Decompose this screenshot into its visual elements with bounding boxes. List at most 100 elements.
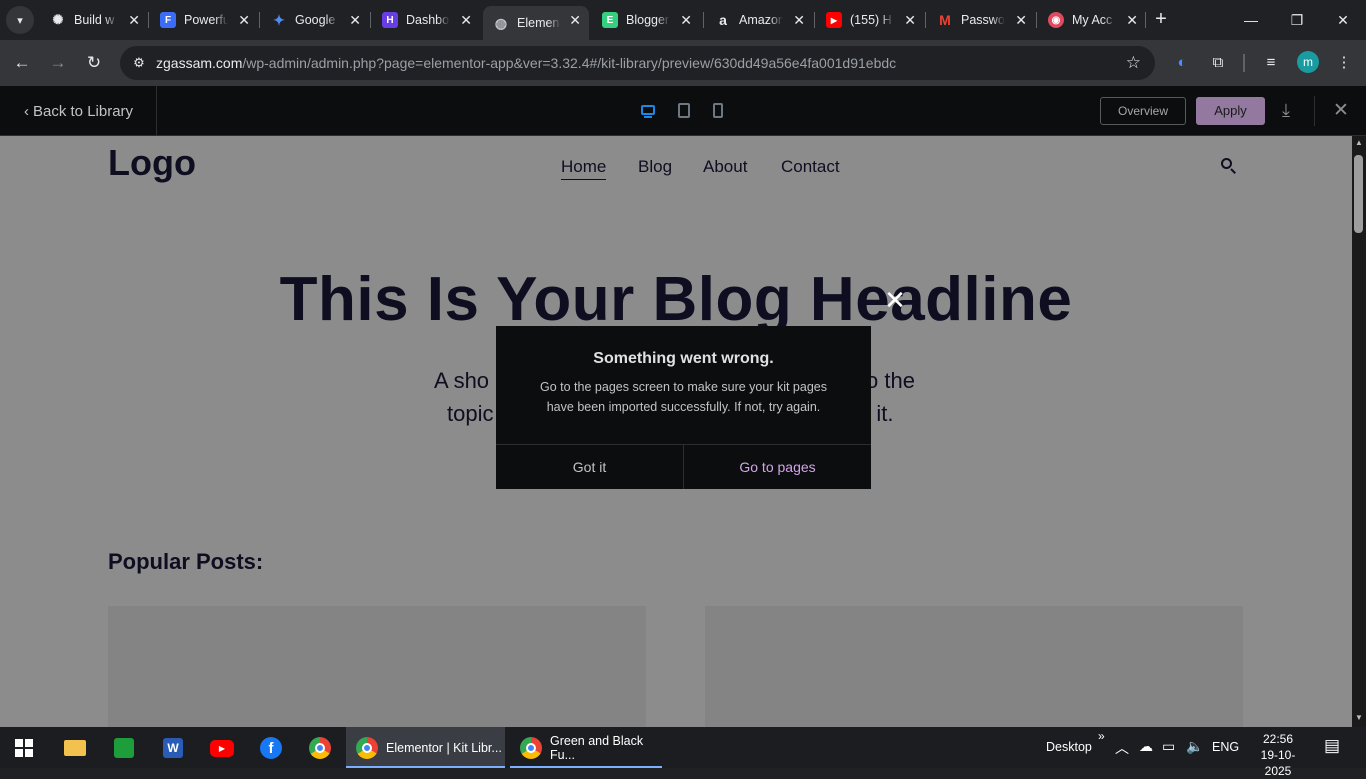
- file-explorer-icon[interactable]: [62, 731, 88, 765]
- more-menu-icon[interactable]: ⋮: [1332, 51, 1356, 75]
- browser-tab[interactable]: M Passwo ✕: [927, 6, 1035, 34]
- go-to-pages-button[interactable]: Go to pages: [684, 445, 871, 489]
- close-icon[interactable]: ✕: [680, 12, 692, 29]
- header-divider: [1314, 96, 1315, 126]
- browser-tab[interactable]: ◉ My Acc ✕: [1038, 6, 1146, 34]
- hostinger-icon: H: [382, 12, 398, 28]
- word-icon[interactable]: W: [160, 731, 186, 765]
- browser-tab[interactable]: ▶ (155) H ✕: [816, 6, 924, 34]
- browser-tab-active[interactable]: ◍ Elemen ✕: [483, 6, 589, 40]
- account-icon: ◉: [1048, 12, 1064, 28]
- toolbar-separator: [1243, 54, 1245, 72]
- tab-separator: [370, 12, 371, 28]
- back-to-library-link[interactable]: ‹ Back to Library: [24, 103, 133, 120]
- browser-tab[interactable]: ✦ Google ✕: [261, 6, 369, 34]
- chrome-icon: [356, 736, 378, 759]
- chevron-up-icon[interactable]: ︿: [1115, 738, 1129, 758]
- tablet-device-icon[interactable]: [677, 102, 693, 120]
- browser-tab[interactable]: H Dashbo ✕: [372, 6, 480, 34]
- youtube-icon[interactable]: ▶: [208, 731, 236, 765]
- tab-separator: [925, 12, 926, 28]
- browser-tab[interactable]: ✺ Build w ✕: [40, 6, 148, 34]
- notification-icon[interactable]: ▤: [1324, 736, 1340, 756]
- tab-separator: [259, 12, 260, 28]
- extensions-puzzle-icon[interactable]: ⧉: [1206, 51, 1230, 75]
- back-arrow-icon[interactable]: ←: [9, 50, 35, 76]
- windows-taskbar: W ▶ f Elementor | Kit Libr... Green and …: [0, 727, 1366, 778]
- gemini-icon: ✦: [273, 11, 285, 28]
- got-it-button[interactable]: Got it: [496, 445, 683, 489]
- dialog-message: Go to the pages screen to make sure your…: [540, 380, 827, 414]
- browser-tab[interactable]: F Powerfu ✕: [150, 6, 258, 34]
- forward-arrow-icon[interactable]: →: [45, 50, 71, 76]
- amazon-icon: a: [719, 12, 727, 28]
- restore-icon[interactable]: ❐: [1274, 6, 1320, 34]
- site-info-icon[interactable]: ⚙: [130, 54, 148, 72]
- globe-icon: ◍: [494, 14, 508, 31]
- close-icon[interactable]: ✕: [569, 12, 581, 29]
- download-icon[interactable]: ⤓: [1282, 100, 1290, 121]
- profile-avatar[interactable]: m: [1297, 51, 1319, 73]
- tab-separator: [148, 12, 149, 28]
- blogger-icon: E: [602, 12, 618, 28]
- battery-icon[interactable]: ▭: [1162, 738, 1175, 755]
- close-icon[interactable]: ✕: [460, 12, 472, 29]
- tab-search-button[interactable]: ▾: [6, 6, 34, 34]
- tab-separator: [1036, 12, 1037, 28]
- scroll-up-icon[interactable]: ▲: [1352, 138, 1366, 150]
- tab-separator: [814, 12, 815, 28]
- close-icon[interactable]: ✕: [349, 12, 361, 29]
- gmail-icon: M: [939, 12, 951, 28]
- windows-start-icon[interactable]: [10, 731, 38, 765]
- tab-separator: [1145, 12, 1146, 28]
- facebook-icon[interactable]: f: [258, 731, 284, 765]
- new-tab-button[interactable]: +: [1150, 8, 1172, 30]
- overview-button[interactable]: Overview: [1100, 97, 1186, 125]
- url-text[interactable]: zgassam.com/wp-admin/admin.php?page=elem…: [156, 55, 896, 71]
- clock[interactable]: 22:56 19-10-2025: [1250, 731, 1306, 779]
- apply-button[interactable]: Apply: [1196, 97, 1265, 125]
- dialog-title: Something went wrong.: [593, 350, 774, 367]
- chevron-left-icon: ‹: [24, 103, 29, 120]
- close-icon[interactable]: ✕: [238, 12, 250, 29]
- browser-tab[interactable]: a Amazon ✕: [705, 6, 813, 34]
- error-dialog: Something went wrong. Go to the pages sc…: [496, 326, 871, 489]
- header-divider: [156, 86, 157, 136]
- taskbar-app-elementor[interactable]: Elementor | Kit Libr...: [346, 727, 505, 768]
- minimize-icon[interactable]: —: [1228, 6, 1274, 34]
- desktop-device-icon[interactable]: [640, 102, 656, 120]
- bookmark-star-icon[interactable]: ☆: [1126, 53, 1141, 73]
- tab-strip: ▾ ✺ Build w ✕ F Powerfu ✕ ✦ Google ✕ H D…: [0, 0, 1366, 40]
- volume-icon[interactable]: 🔈: [1186, 738, 1203, 755]
- forms-icon: F: [160, 12, 176, 28]
- scroll-down-icon[interactable]: ▼: [1352, 713, 1366, 725]
- scrollbar-thumb[interactable]: [1354, 155, 1363, 233]
- onedrive-cloud-icon[interactable]: ☁: [1139, 738, 1153, 755]
- mobile-device-icon[interactable]: [712, 102, 728, 120]
- desktop-toolbar-label[interactable]: Desktop: [1046, 740, 1092, 754]
- close-icon[interactable]: ✕: [1126, 12, 1138, 29]
- taskbar-app-green-black[interactable]: Green and Black Fu...: [510, 727, 662, 768]
- chrome-icon[interactable]: [307, 731, 333, 765]
- browser-tab[interactable]: E Blogger ✕: [592, 6, 700, 34]
- address-bar[interactable]: ⚙ zgassam.com/wp-admin/admin.php?page=el…: [120, 46, 1155, 80]
- dialog-close-icon[interactable]: ✕: [884, 287, 906, 313]
- chevron-right-icon[interactable]: »: [1098, 729, 1105, 743]
- openai-icon: ✺: [50, 12, 66, 28]
- close-icon[interactable]: ✕: [793, 12, 805, 29]
- close-icon[interactable]: ✕: [128, 12, 140, 29]
- tab-separator: [703, 12, 704, 28]
- language-indicator[interactable]: ENG: [1212, 740, 1239, 754]
- youtube-icon: ▶: [826, 12, 842, 28]
- close-icon[interactable]: ✕: [1015, 12, 1027, 29]
- close-icon[interactable]: ✕: [1333, 99, 1349, 122]
- sheets-app-icon[interactable]: [111, 731, 137, 765]
- kit-preview-header: ‹ Back to Library Overview Apply ⤓ ✕: [0, 86, 1366, 136]
- close-icon[interactable]: ✕: [904, 12, 916, 29]
- window-close-icon[interactable]: ✕: [1320, 6, 1366, 34]
- reload-icon[interactable]: ↻: [81, 50, 107, 76]
- media-queue-icon[interactable]: ≡: [1259, 51, 1283, 75]
- browser-toolbar: ← → ↻ ⚙ zgassam.com/wp-admin/admin.php?p…: [0, 40, 1366, 86]
- extension-c-icon[interactable]: ◐: [1170, 51, 1194, 75]
- chrome-icon: [520, 736, 542, 759]
